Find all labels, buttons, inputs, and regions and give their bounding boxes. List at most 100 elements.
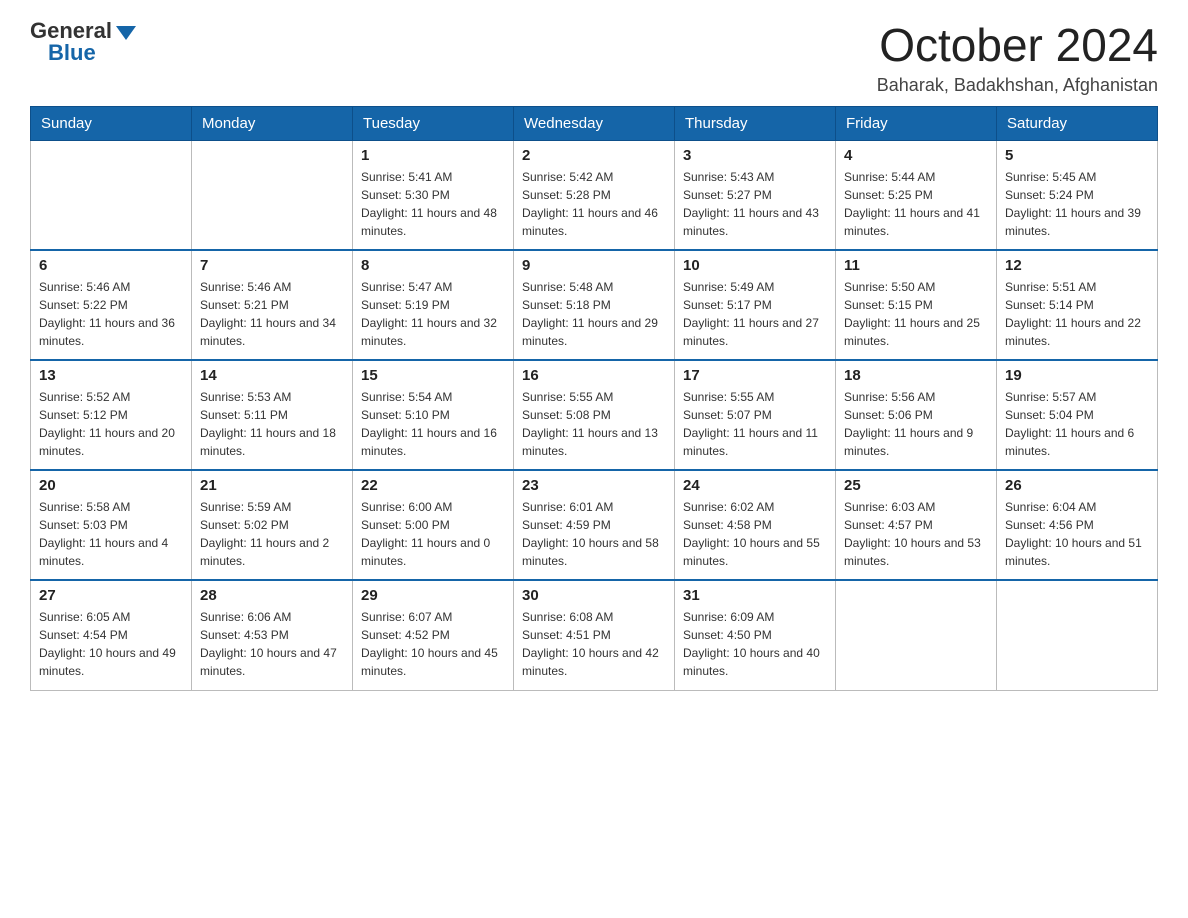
calendar-week-row: 20Sunrise: 5:58 AMSunset: 5:03 PMDayligh… xyxy=(31,470,1158,580)
day-number: 21 xyxy=(200,477,344,494)
day-detail: Sunrise: 5:44 AMSunset: 5:25 PMDaylight:… xyxy=(844,168,988,240)
day-number: 17 xyxy=(683,367,827,384)
day-detail: Sunrise: 6:03 AMSunset: 4:57 PMDaylight:… xyxy=(844,498,988,570)
day-detail: Sunrise: 5:45 AMSunset: 5:24 PMDaylight:… xyxy=(1005,168,1149,240)
logo-blue-text: Blue xyxy=(48,40,96,65)
calendar-day-cell: 5 Sunrise: 5:45 AMSunset: 5:24 PMDaylight… xyxy=(997,140,1158,250)
calendar-day-cell: 11Sunrise: 5:50 AMSunset: 5:15 PMDayligh… xyxy=(836,250,997,360)
day-detail: Sunrise: 5:42 AMSunset: 5:28 PMDaylight:… xyxy=(522,168,666,240)
day-number: 15 xyxy=(361,367,505,384)
day-detail: Sunrise: 5:57 AMSunset: 5:04 PMDaylight:… xyxy=(1005,388,1149,460)
day-detail: Sunrise: 5:51 AMSunset: 5:14 PMDaylight:… xyxy=(1005,278,1149,350)
day-detail: Sunrise: 6:02 AMSunset: 4:58 PMDaylight:… xyxy=(683,498,827,570)
calendar-day-cell: 22Sunrise: 6:00 AMSunset: 5:00 PMDayligh… xyxy=(353,470,514,580)
day-number: 12 xyxy=(1005,257,1149,274)
day-number: 18 xyxy=(844,367,988,384)
calendar-day-header: Monday xyxy=(192,106,353,140)
day-number: 29 xyxy=(361,587,505,604)
month-year-title: October 2024 xyxy=(877,20,1158,71)
calendar-day-cell: 31Sunrise: 6:09 AMSunset: 4:50 PMDayligh… xyxy=(675,580,836,690)
day-number: 19 xyxy=(1005,367,1149,384)
calendar-day-cell: 10 Sunrise: 5:49 AMSunset: 5:17 PMDayligh… xyxy=(675,250,836,360)
day-number: 30 xyxy=(522,587,666,604)
day-number: 8 xyxy=(361,257,505,274)
calendar-day-cell: 4 Sunrise: 5:44 AMSunset: 5:25 PMDaylight… xyxy=(836,140,997,250)
calendar-day-header: Wednesday xyxy=(514,106,675,140)
day-number: 6 xyxy=(39,257,183,274)
calendar-day-cell: 3 Sunrise: 5:43 AMSunset: 5:27 PMDaylight… xyxy=(675,140,836,250)
logo-triangle-icon xyxy=(116,26,136,40)
calendar-day-header: Sunday xyxy=(31,106,192,140)
calendar-header-row: SundayMondayTuesdayWednesdayThursdayFrid… xyxy=(31,106,1158,140)
calendar-day-cell: 6Sunrise: 5:46 AMSunset: 5:22 PMDaylight… xyxy=(31,250,192,360)
calendar-week-row: 1Sunrise: 5:41 AMSunset: 5:30 PMDaylight… xyxy=(31,140,1158,250)
day-detail: Sunrise: 5:53 AMSunset: 5:11 PMDaylight:… xyxy=(200,388,344,460)
calendar-day-cell: 7 Sunrise: 5:46 AMSunset: 5:21 PMDaylight… xyxy=(192,250,353,360)
calendar-day-cell: 24 Sunrise: 6:02 AMSunset: 4:58 PMDayligh… xyxy=(675,470,836,580)
day-detail: Sunrise: 5:54 AMSunset: 5:10 PMDaylight:… xyxy=(361,388,505,460)
calendar-day-header: Thursday xyxy=(675,106,836,140)
day-number: 27 xyxy=(39,587,183,604)
day-number: 2 xyxy=(522,147,666,164)
calendar-day-cell xyxy=(836,580,997,690)
calendar-day-cell: 13 Sunrise: 5:52 AMSunset: 5:12 PMDayligh… xyxy=(31,360,192,470)
day-number: 13 xyxy=(39,367,183,384)
day-detail: Sunrise: 5:46 AMSunset: 5:21 PMDaylight:… xyxy=(200,278,344,350)
day-number: 4 xyxy=(844,147,988,164)
calendar-day-cell: 2 Sunrise: 5:42 AMSunset: 5:28 PMDaylight… xyxy=(514,140,675,250)
calendar-day-cell: 1Sunrise: 5:41 AMSunset: 5:30 PMDaylight… xyxy=(353,140,514,250)
calendar-table: SundayMondayTuesdayWednesdayThursdayFrid… xyxy=(30,106,1158,691)
calendar-day-cell: 21Sunrise: 5:59 AMSunset: 5:02 PMDayligh… xyxy=(192,470,353,580)
day-detail: Sunrise: 5:55 AMSunset: 5:07 PMDaylight:… xyxy=(683,388,827,460)
day-detail: Sunrise: 5:48 AMSunset: 5:18 PMDaylight:… xyxy=(522,278,666,350)
calendar-day-cell xyxy=(31,140,192,250)
logo-general-text: General xyxy=(30,20,112,42)
day-number: 25 xyxy=(844,477,988,494)
day-detail: Sunrise: 5:55 AMSunset: 5:08 PMDaylight:… xyxy=(522,388,666,460)
day-number: 16 xyxy=(522,367,666,384)
day-number: 3 xyxy=(683,147,827,164)
calendar-day-cell: 23 Sunrise: 6:01 AMSunset: 4:59 PMDayligh… xyxy=(514,470,675,580)
calendar-day-header: Saturday xyxy=(997,106,1158,140)
day-number: 24 xyxy=(683,477,827,494)
calendar-day-cell: 8 Sunrise: 5:47 AMSunset: 5:19 PMDaylight… xyxy=(353,250,514,360)
day-number: 28 xyxy=(200,587,344,604)
calendar-day-cell xyxy=(997,580,1158,690)
calendar-day-header: Tuesday xyxy=(353,106,514,140)
calendar-week-row: 6Sunrise: 5:46 AMSunset: 5:22 PMDaylight… xyxy=(31,250,1158,360)
calendar-day-cell: 29Sunrise: 6:07 AMSunset: 4:52 PMDayligh… xyxy=(353,580,514,690)
calendar-day-cell: 26Sunrise: 6:04 AMSunset: 4:56 PMDayligh… xyxy=(997,470,1158,580)
day-detail: Sunrise: 5:56 AMSunset: 5:06 PMDaylight:… xyxy=(844,388,988,460)
calendar-day-cell: 18 Sunrise: 5:56 AMSunset: 5:06 PMDayligh… xyxy=(836,360,997,470)
day-detail: Sunrise: 6:01 AMSunset: 4:59 PMDaylight:… xyxy=(522,498,666,570)
calendar-week-row: 27Sunrise: 6:05 AMSunset: 4:54 PMDayligh… xyxy=(31,580,1158,690)
day-detail: Sunrise: 6:00 AMSunset: 5:00 PMDaylight:… xyxy=(361,498,505,570)
day-number: 7 xyxy=(200,257,344,274)
calendar-day-cell: 27Sunrise: 6:05 AMSunset: 4:54 PMDayligh… xyxy=(31,580,192,690)
calendar-day-cell: 16 Sunrise: 5:55 AMSunset: 5:08 PMDayligh… xyxy=(514,360,675,470)
day-number: 14 xyxy=(200,367,344,384)
day-detail: Sunrise: 5:47 AMSunset: 5:19 PMDaylight:… xyxy=(361,278,505,350)
day-detail: Sunrise: 6:04 AMSunset: 4:56 PMDaylight:… xyxy=(1005,498,1149,570)
calendar-day-cell: 9Sunrise: 5:48 AMSunset: 5:18 PMDaylight… xyxy=(514,250,675,360)
day-number: 10 xyxy=(683,257,827,274)
calendar-day-cell: 25 Sunrise: 6:03 AMSunset: 4:57 PMDayligh… xyxy=(836,470,997,580)
calendar-day-header: Friday xyxy=(836,106,997,140)
day-number: 1 xyxy=(361,147,505,164)
title-section: October 2024 Baharak, Badakhshan, Afghan… xyxy=(877,20,1158,96)
calendar-day-cell: 15 Sunrise: 5:54 AMSunset: 5:10 PMDayligh… xyxy=(353,360,514,470)
calendar-day-cell: 17 Sunrise: 5:55 AMSunset: 5:07 PMDayligh… xyxy=(675,360,836,470)
day-detail: Sunrise: 6:08 AMSunset: 4:51 PMDaylight:… xyxy=(522,608,666,680)
day-detail: Sunrise: 5:43 AMSunset: 5:27 PMDaylight:… xyxy=(683,168,827,240)
calendar-day-cell: 19 Sunrise: 5:57 AMSunset: 5:04 PMDayligh… xyxy=(997,360,1158,470)
day-number: 5 xyxy=(1005,147,1149,164)
day-detail: Sunrise: 5:49 AMSunset: 5:17 PMDaylight:… xyxy=(683,278,827,350)
calendar-day-cell: 20Sunrise: 5:58 AMSunset: 5:03 PMDayligh… xyxy=(31,470,192,580)
calendar-week-row: 13 Sunrise: 5:52 AMSunset: 5:12 PMDayligh… xyxy=(31,360,1158,470)
day-detail: Sunrise: 5:52 AMSunset: 5:12 PMDaylight:… xyxy=(39,388,183,460)
calendar-day-cell: 28Sunrise: 6:06 AMSunset: 4:53 PMDayligh… xyxy=(192,580,353,690)
day-number: 23 xyxy=(522,477,666,494)
calendar-day-cell xyxy=(192,140,353,250)
location-subtitle: Baharak, Badakhshan, Afghanistan xyxy=(877,75,1158,96)
day-number: 31 xyxy=(683,587,827,604)
